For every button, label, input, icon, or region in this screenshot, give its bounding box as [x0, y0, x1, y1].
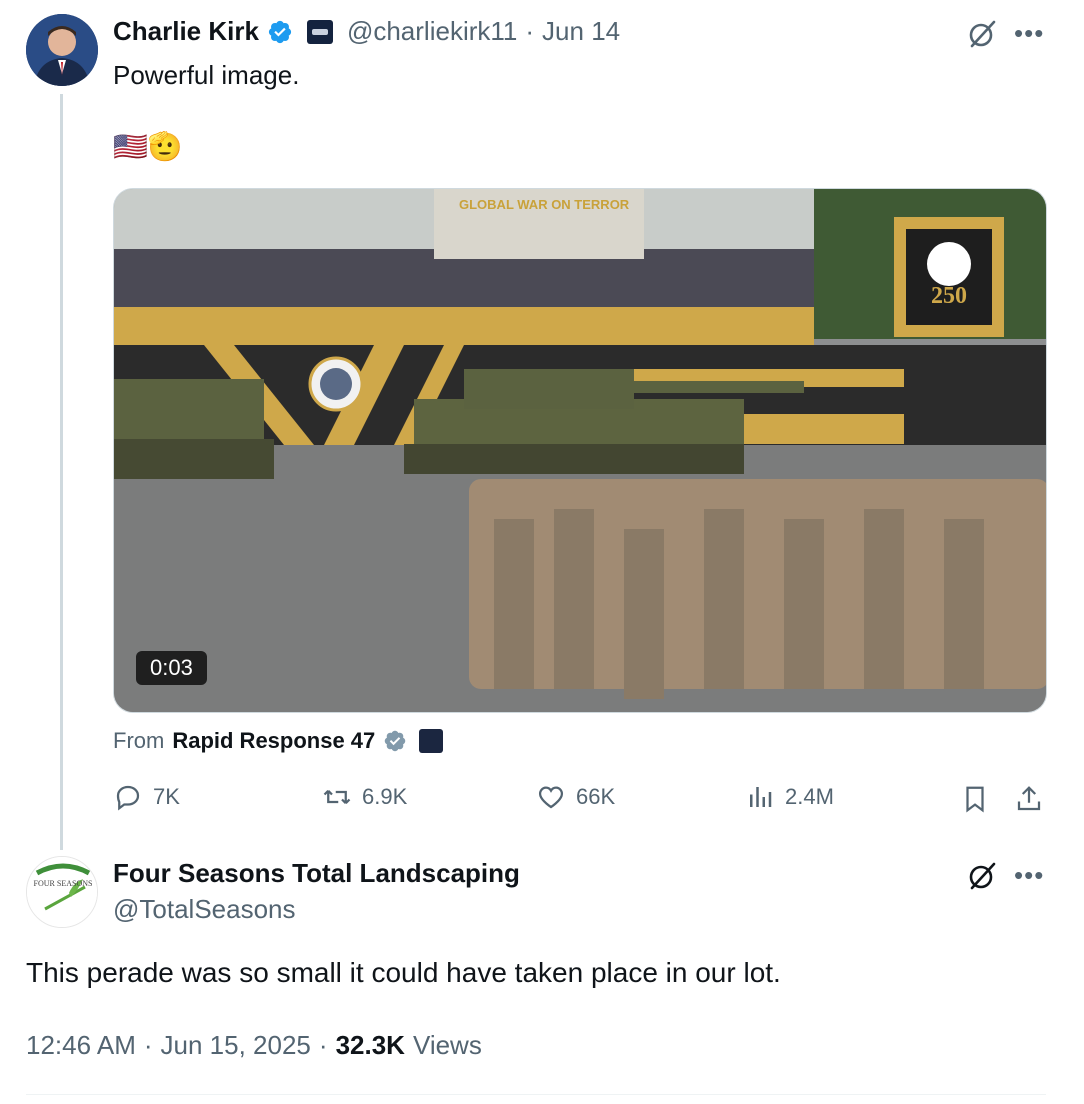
like-stat[interactable]: 66K	[536, 782, 615, 812]
separator: ·	[143, 1030, 153, 1060]
author-handle[interactable]: @charliekirk11	[347, 16, 517, 47]
repost-stat[interactable]: 6.9K	[322, 782, 407, 812]
separator: ·	[318, 1030, 328, 1060]
reply-stat[interactable]: 7K	[113, 782, 180, 812]
author-avatar[interactable]	[26, 14, 98, 86]
thread-line	[60, 94, 63, 850]
repost-count: 6.9K	[362, 784, 408, 809]
grok-icon[interactable]	[966, 18, 998, 50]
video-media[interactable]: GLOBAL WAR ON TERROR 250 0:03	[113, 188, 1047, 713]
views-count: 2.4M	[785, 784, 834, 809]
bookmark-icon[interactable]	[960, 784, 990, 814]
like-count: 66K	[576, 784, 616, 809]
reply-meta: 12:46 AM · Jun 15, 2025 · 32.3K Views	[26, 1030, 482, 1061]
tweet-header: Charlie Kirk @charliekirk11 · Jun 14	[113, 16, 620, 47]
badge-text: 250	[931, 283, 967, 309]
from-label: From	[113, 728, 165, 753]
tweet-date[interactable]: Jun 14	[542, 16, 620, 47]
reply-icon	[116, 785, 140, 811]
more-icon[interactable]: •••	[1014, 860, 1044, 891]
video-timer: 0:03	[136, 651, 207, 685]
views-icon	[750, 787, 772, 807]
reply-views-label: Views	[412, 1030, 482, 1060]
reply-avatar-text: FOUR SEASONS	[33, 879, 93, 888]
affiliate-badge-icon	[306, 19, 333, 44]
grok-icon[interactable]	[966, 860, 998, 892]
reply-text: This perade was so small it could have t…	[26, 957, 781, 988]
reply-time[interactable]: 12:46 AM	[26, 1030, 136, 1061]
reply-date[interactable]: Jun 15, 2025	[161, 1030, 311, 1061]
reply-count: 7K	[153, 784, 180, 809]
banner-text: GLOBAL WAR ON TERROR	[459, 197, 630, 212]
tweet-emoji: 🇺🇸🫡	[113, 131, 183, 162]
views-stat[interactable]: 2.4M	[745, 782, 834, 812]
separator: ·	[525, 16, 535, 46]
reply-author-name[interactable]: Four Seasons Total Landscaping	[113, 858, 520, 889]
bottom-divider	[26, 1094, 1046, 1095]
share-icon[interactable]	[1014, 784, 1044, 814]
reply-author-handle[interactable]: @TotalSeasons	[113, 894, 296, 925]
reply-views-count: 32.3K	[335, 1030, 405, 1060]
like-icon	[538, 786, 564, 809]
verified-badge-icon	[268, 20, 292, 43]
repost-icon	[323, 789, 351, 805]
verified-gray-badge-icon	[385, 730, 406, 752]
more-icon[interactable]: •••	[1014, 18, 1044, 49]
media-source: From Rapid Response 47	[113, 728, 444, 754]
tweet-text: Powerful image.	[113, 60, 300, 90]
from-account[interactable]: Rapid Response 47	[172, 728, 375, 754]
reply-avatar[interactable]: FOUR SEASONS	[26, 856, 98, 928]
government-badge-icon	[419, 729, 444, 753]
author-name[interactable]: Charlie Kirk	[113, 16, 259, 47]
video-frame: GLOBAL WAR ON TERROR 250	[114, 189, 1046, 712]
